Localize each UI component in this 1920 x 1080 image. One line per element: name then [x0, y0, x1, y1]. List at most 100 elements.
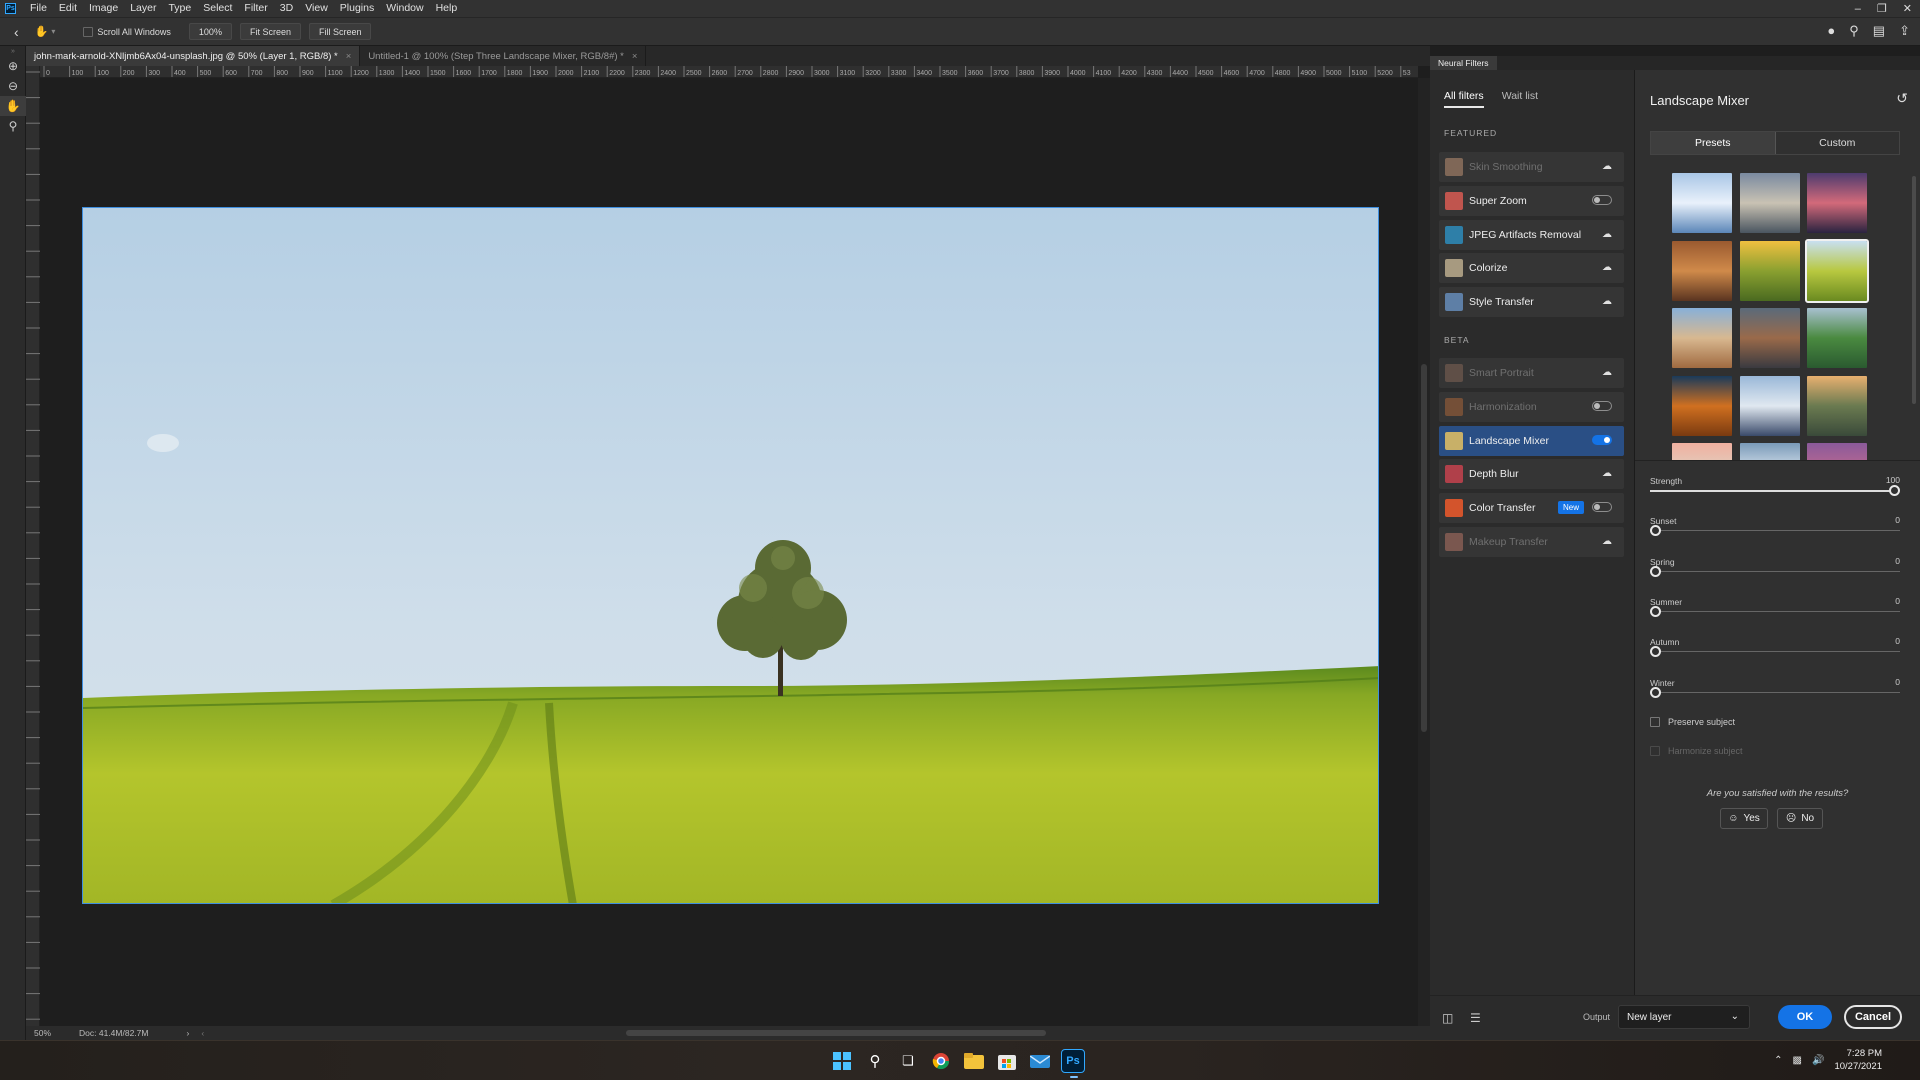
scroll-left-icon[interactable]: ‹: [201, 1028, 204, 1038]
scrollbar-thumb[interactable]: [1421, 364, 1427, 732]
menu-item-window[interactable]: Window: [380, 0, 429, 17]
preset-thumbnail[interactable]: [1672, 173, 1732, 233]
filter-row-jpeg-artifacts-removal[interactable]: JPEG Artifacts Removal ☁: [1439, 219, 1624, 250]
close-tab-icon[interactable]: ×: [346, 51, 352, 62]
menu-item-file[interactable]: File: [24, 0, 53, 17]
back-arrow-icon[interactable]: ‹: [14, 24, 19, 40]
menu-item-type[interactable]: Type: [162, 0, 197, 17]
filter-toggle[interactable]: [1592, 434, 1612, 445]
presets-scrollbar[interactable]: [1912, 176, 1916, 404]
tab-wait-list[interactable]: Wait list: [1502, 90, 1538, 108]
workspace-icon[interactable]: ▤: [1873, 23, 1885, 39]
account-icon[interactable]: ●: [1827, 23, 1835, 39]
preset-thumbnail[interactable]: [1672, 443, 1732, 460]
task-view-icon[interactable]: ❏: [896, 1049, 920, 1073]
chrome-icon[interactable]: [929, 1049, 953, 1073]
cloud-download-icon[interactable]: ☁: [1602, 296, 1612, 307]
close-tab-icon[interactable]: ×: [632, 51, 638, 62]
cloud-download-icon[interactable]: ☁: [1602, 536, 1612, 547]
menu-item-select[interactable]: Select: [197, 0, 238, 17]
presets-tab[interactable]: Presets: [1651, 132, 1776, 154]
store-icon[interactable]: [995, 1049, 1019, 1073]
filter-row-smart-portrait[interactable]: Smart Portrait ☁: [1439, 358, 1624, 388]
filter-row-harmonization[interactable]: Harmonization: [1439, 391, 1624, 422]
fill-screen-button[interactable]: Fill Screen: [308, 23, 372, 40]
cancel-button[interactable]: Cancel: [1844, 1005, 1902, 1029]
slider-handle[interactable]: [1650, 525, 1661, 537]
preset-thumbnail[interactable]: [1739, 240, 1800, 301]
preset-thumbnail[interactable]: [1739, 173, 1800, 233]
slider-handle[interactable]: [1650, 686, 1661, 698]
reset-icon[interactable]: ↺: [1896, 90, 1908, 107]
filter-toggle[interactable]: [1592, 400, 1612, 411]
tab-all-filters[interactable]: All filters: [1444, 90, 1484, 108]
menu-item-3d[interactable]: 3D: [274, 0, 299, 17]
filter-row-landscape-mixer[interactable]: Landscape Mixer: [1439, 425, 1624, 456]
zoom-tool-icon[interactable]: ⚲: [0, 116, 26, 136]
preserve-subject-checkbox[interactable]: Preserve subject: [1650, 717, 1735, 727]
mail-icon[interactable]: [1028, 1049, 1052, 1073]
filter-row-style-transfer[interactable]: Style Transfer ☁: [1439, 287, 1624, 318]
cloud-download-icon[interactable]: ☁: [1602, 161, 1612, 172]
slider-strength[interactable]: Strength 100: [1650, 475, 1900, 496]
filter-row-color-transfer[interactable]: Color Transfer New: [1439, 493, 1624, 524]
filter-toggle[interactable]: [1592, 194, 1612, 205]
tray-chevron-icon[interactable]: ⌃: [1774, 1055, 1782, 1066]
slider-summer[interactable]: Summer 0: [1650, 596, 1900, 617]
menu-item-help[interactable]: Help: [430, 0, 464, 17]
filter-toggle[interactable]: [1592, 502, 1612, 513]
preset-thumbnail[interactable]: [1672, 375, 1732, 436]
filter-row-colorize[interactable]: Colorize ☁: [1439, 253, 1624, 284]
horizontal-scrollbar[interactable]: [626, 1030, 1046, 1036]
preset-thumbnail[interactable]: [1739, 443, 1800, 460]
slider-track[interactable]: [1650, 530, 1900, 532]
scroll-all-windows-checkbox[interactable]: Scroll All Windows: [83, 26, 171, 37]
filter-row-skin-smoothing[interactable]: Skin Smoothing ☁: [1439, 152, 1624, 182]
collapse-tools-icon[interactable]: »: [0, 46, 26, 56]
network-icon[interactable]: ▩: [1793, 1055, 1802, 1066]
filter-row-depth-blur[interactable]: Depth Blur ☁: [1439, 459, 1624, 490]
slider-winter[interactable]: Winter 0: [1650, 677, 1900, 698]
slider-autumn[interactable]: Autumn 0: [1650, 636, 1900, 658]
slider-track[interactable]: [1650, 570, 1900, 572]
panel-title[interactable]: Neural Filters: [1430, 56, 1497, 70]
hand-tool-icon[interactable]: ✋: [35, 25, 49, 38]
windows-start-icon[interactable]: [830, 1049, 854, 1073]
layers-icon[interactable]: ☰: [1470, 1011, 1481, 1025]
output-select[interactable]: New layer ⌄: [1618, 1005, 1750, 1029]
menu-item-filter[interactable]: Filter: [238, 0, 273, 17]
vertical-scrollbar[interactable]: [1418, 78, 1430, 1026]
preset-thumbnail[interactable]: [1672, 308, 1732, 368]
search-icon[interactable]: ⚲: [1849, 23, 1859, 39]
preset-thumbnail[interactable]: [1807, 308, 1867, 368]
custom-tab[interactable]: Custom: [1776, 132, 1900, 154]
toggle-switch[interactable]: [1592, 502, 1612, 513]
file-explorer-icon[interactable]: [962, 1049, 986, 1073]
slider-handle[interactable]: [1650, 565, 1661, 577]
preset-thumbnail[interactable]: [1739, 375, 1800, 436]
slider-track[interactable]: [1650, 610, 1900, 612]
status-arrow-icon[interactable]: ›: [186, 1028, 189, 1038]
cloud-download-icon[interactable]: ☁: [1602, 262, 1612, 273]
slider-handle[interactable]: [1650, 605, 1661, 617]
no-button[interactable]: ☹ No: [1777, 808, 1823, 829]
toggle-switch[interactable]: [1592, 434, 1612, 445]
preset-thumbnail[interactable]: [1807, 173, 1867, 233]
document-tab-active[interactable]: john-mark-arnold-XNljmb6Ax04-unsplash.jp…: [26, 46, 361, 66]
volume-icon[interactable]: 🔊: [1812, 1055, 1824, 1066]
preset-thumbnail[interactable]: [1805, 238, 1869, 303]
checkbox-box[interactable]: [1650, 717, 1660, 727]
clock[interactable]: 7:28 PM 10/27/2021: [1834, 1047, 1882, 1073]
search-icon[interactable]: ⚲: [863, 1049, 887, 1073]
preset-thumbnail[interactable]: [1807, 375, 1867, 436]
zoom-out-icon[interactable]: ⊖: [0, 76, 26, 96]
menu-item-image[interactable]: Image: [83, 0, 124, 17]
menu-item-layer[interactable]: Layer: [124, 0, 162, 17]
zoom-100-button[interactable]: 100%: [188, 23, 232, 40]
slider-handle[interactable]: [1889, 485, 1900, 496]
share-icon[interactable]: ⇪: [1899, 23, 1910, 39]
document-tab[interactable]: Untitled-1 @ 100% (Step Three Landscape …: [360, 46, 647, 66]
preset-thumbnail[interactable]: [1807, 443, 1867, 460]
preset-thumbnail[interactable]: [1672, 240, 1732, 301]
photoshop-taskbar-icon[interactable]: Ps: [1061, 1049, 1085, 1078]
